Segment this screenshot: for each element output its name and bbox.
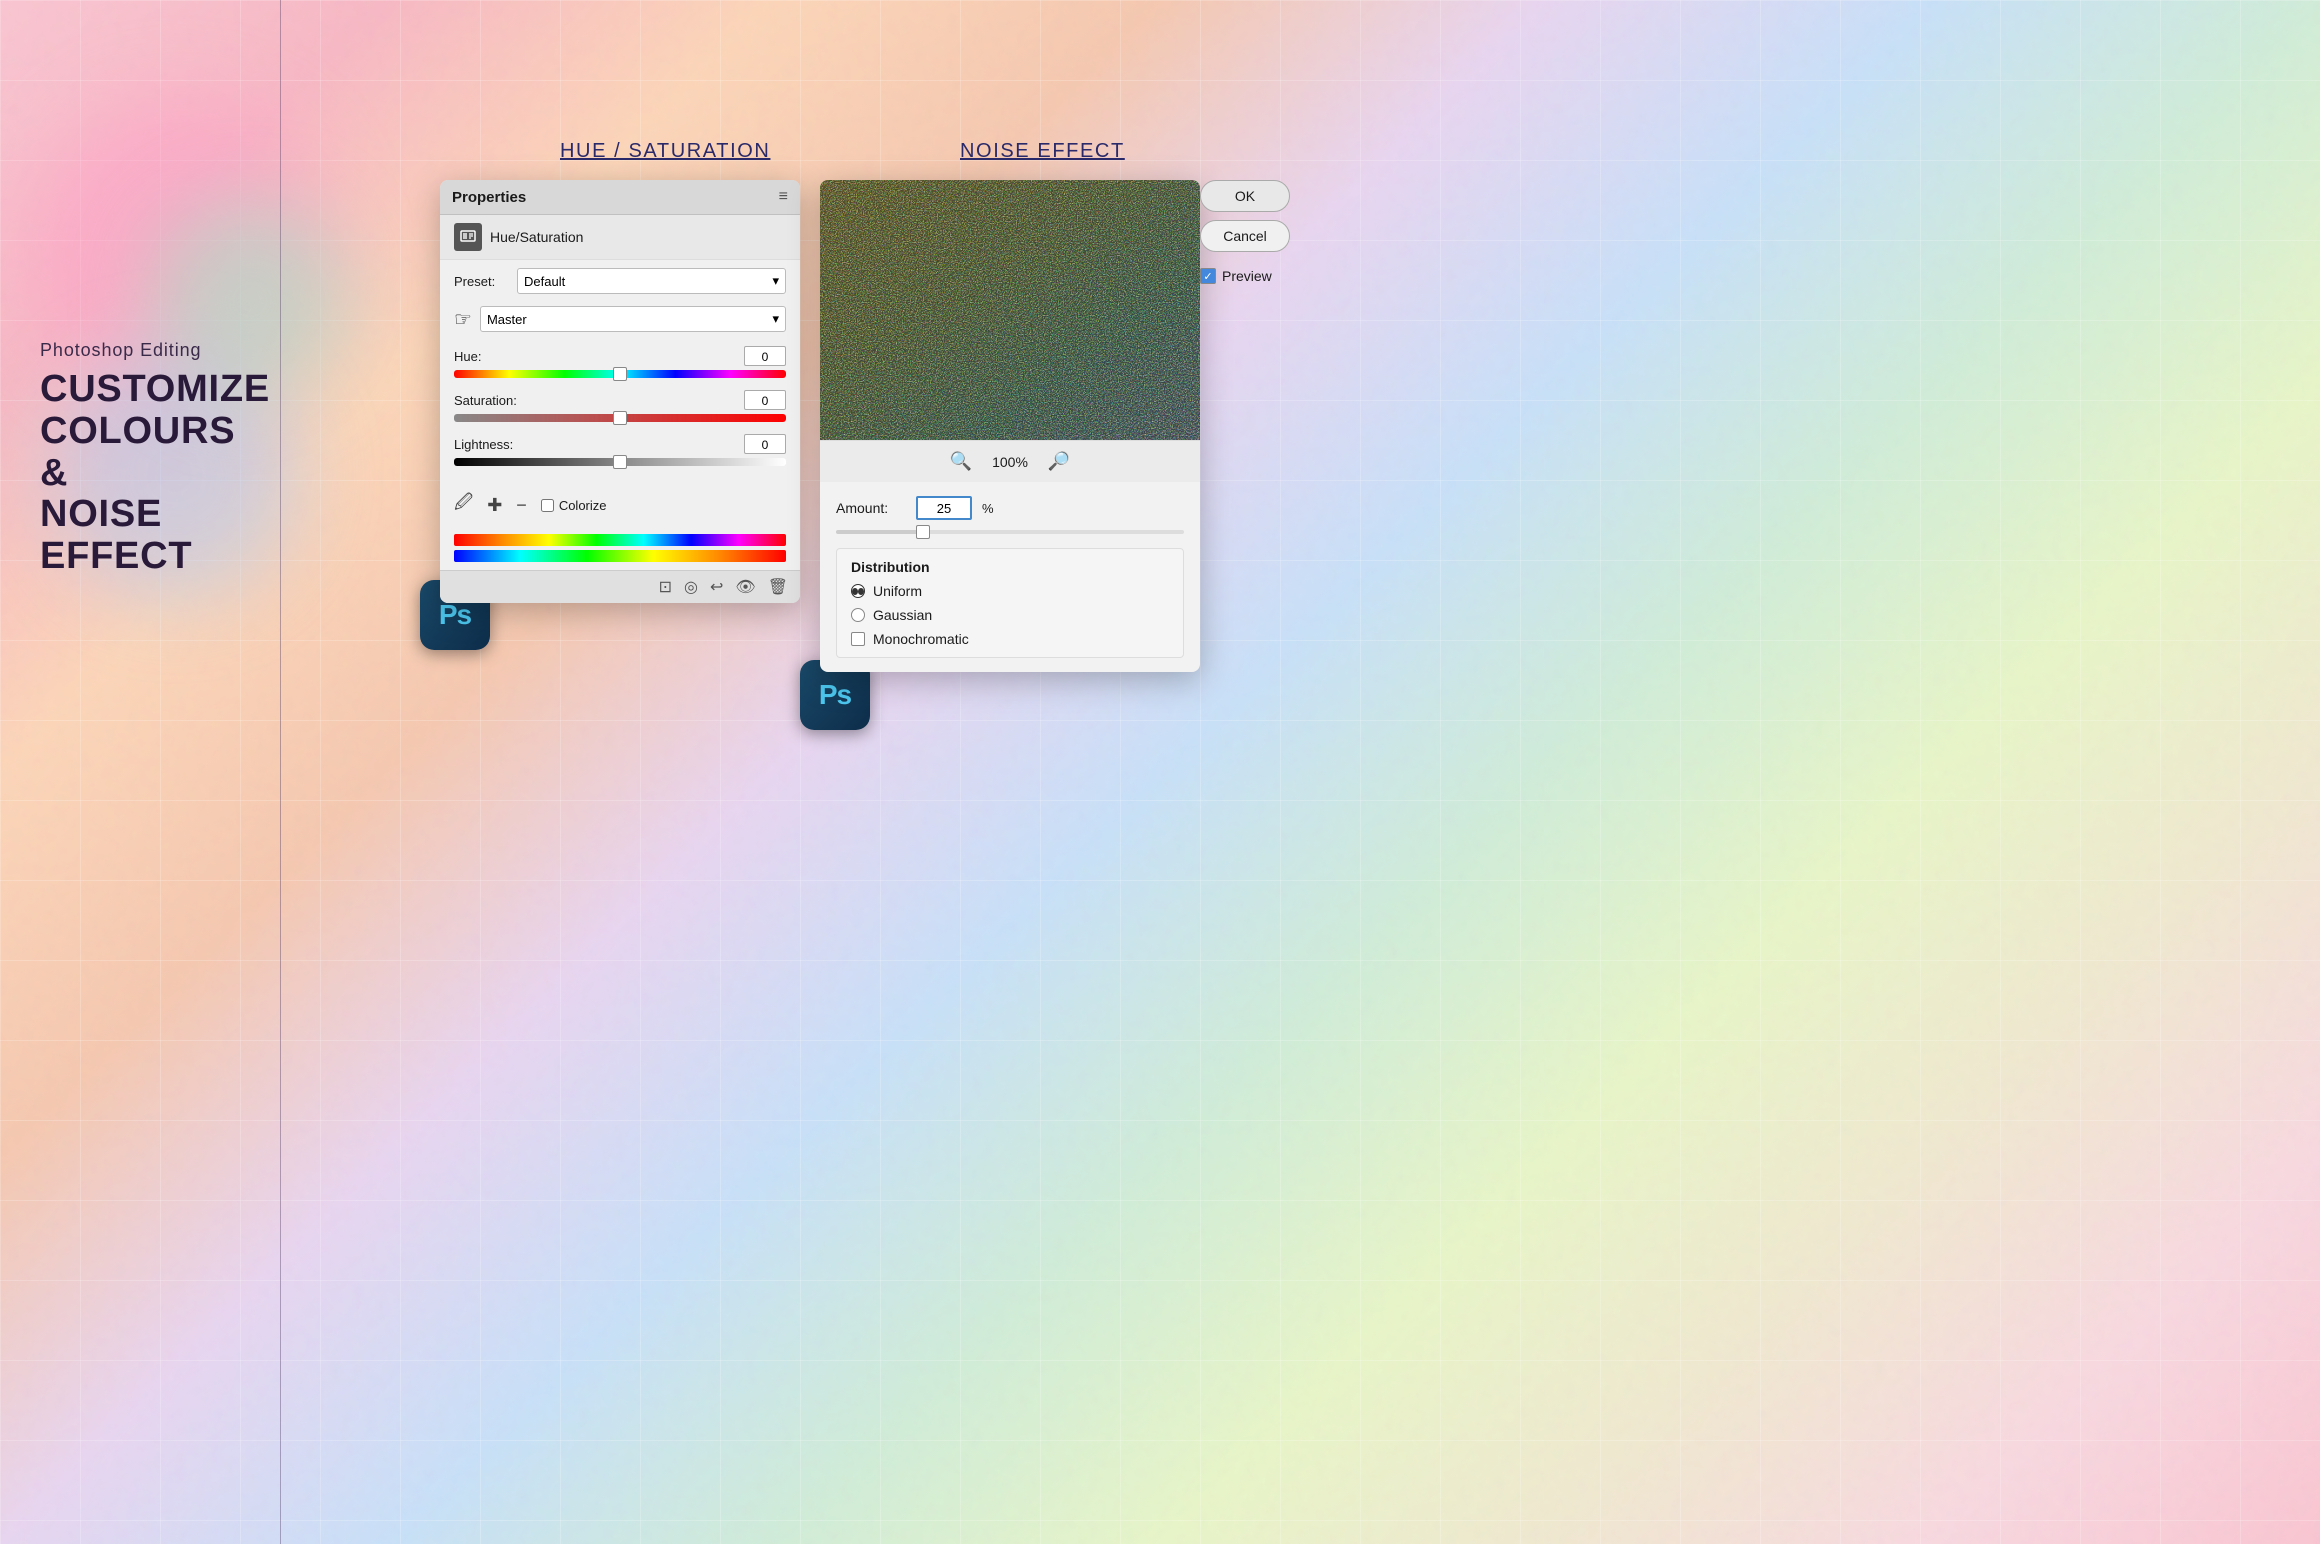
noise-panel: 🔍 100% 🔎 Amount: % Distribution Uniform … — [820, 180, 1200, 672]
uniform-radio-dot — [852, 588, 858, 595]
distribution-title: Distribution — [851, 559, 1169, 575]
master-row: ☞ Master ▾ — [440, 302, 800, 340]
percent-label: % — [982, 501, 994, 516]
left-panel: Photoshop Editing CUSTOMIZE COLOURS & NO… — [40, 340, 260, 578]
visibility-icon[interactable]: ◎ — [684, 577, 698, 597]
hue-value[interactable]: 0 — [744, 346, 786, 366]
ok-button[interactable]: OK — [1200, 180, 1290, 212]
hue-slider-row: Hue: 0 — [454, 346, 786, 378]
trash-icon[interactable]: 🗑 — [768, 577, 788, 597]
uniform-option[interactable]: Uniform — [851, 583, 1169, 599]
clip-icon[interactable]: ⊡ — [659, 577, 672, 597]
zoom-in-icon[interactable]: 🔎 — [1048, 451, 1070, 472]
left-subtitle: Photoshop Editing — [40, 340, 260, 361]
noise-preview — [820, 180, 1200, 440]
preview-label: Preview — [1222, 268, 1272, 284]
finger-icon[interactable]: ☞ — [454, 307, 472, 332]
saturation-slider-header: Saturation: 0 — [454, 390, 786, 410]
lightness-slider-row: Lightness: 0 — [454, 434, 786, 466]
color-bar-rainbow — [454, 534, 786, 546]
master-value: Master — [487, 312, 527, 327]
saturation-track[interactable] — [454, 414, 786, 422]
side-buttons: OK Cancel ✓ Preview — [1200, 180, 1290, 284]
amount-input[interactable] — [916, 496, 972, 520]
cancel-button[interactable]: Cancel — [1200, 220, 1290, 252]
slider-section: Hue: 0 Saturation: 0 L — [440, 340, 800, 484]
lightness-value[interactable]: 0 — [744, 434, 786, 454]
header-hue-saturation: HUE / SATURATION — [560, 140, 770, 163]
preset-value: Default — [524, 274, 565, 289]
saturation-value[interactable]: 0 — [744, 390, 786, 410]
colorize-label: Colorize — [559, 498, 607, 513]
ps-text-1: Ps — [439, 599, 471, 631]
title-line2: COLOURS & — [40, 410, 235, 494]
colorize-checkbox[interactable] — [541, 499, 554, 512]
hue-sat-header: Hue/Saturation — [440, 215, 800, 260]
lightness-track[interactable] — [454, 458, 786, 466]
gaussian-option[interactable]: Gaussian — [851, 607, 1169, 623]
hue-sat-label: Hue/Saturation — [490, 229, 583, 245]
preset-row: Preset: Default ▾ — [440, 260, 800, 302]
hue-thumb[interactable] — [613, 367, 627, 381]
ps-text-2: Ps — [819, 679, 851, 711]
hue-label: Hue: — [454, 349, 481, 364]
preset-chevron: ▾ — [772, 273, 779, 289]
saturation-label: Saturation: — [454, 393, 517, 408]
amount-row: Amount: % — [836, 496, 1184, 520]
title-line3: NOISE EFFECT — [40, 493, 192, 577]
lightness-slider-header: Lightness: 0 — [454, 434, 786, 454]
noise-controls: Amount: % Distribution Uniform Gaussian … — [820, 482, 1200, 672]
hue-slider-header: Hue: 0 — [454, 346, 786, 366]
uniform-label: Uniform — [873, 583, 922, 599]
preview-check[interactable]: ✓ Preview — [1200, 268, 1272, 284]
eyedropper-icon-3[interactable]: − — [516, 495, 527, 516]
properties-panel: Properties ≡ Hue/Saturation Preset: Defa… — [440, 180, 800, 603]
zoom-value: 100% — [992, 454, 1028, 470]
eyedropper-icon-2[interactable]: ✚ — [487, 495, 502, 516]
eyedropper-icon-1[interactable]: 🖉 — [454, 490, 473, 520]
amount-slider-track[interactable] — [836, 530, 1184, 534]
panel-footer: ⊡ ◎ ↩ 👁 🗑 — [440, 570, 800, 603]
reset-icon[interactable]: ↩ — [710, 577, 723, 597]
saturation-slider-row: Saturation: 0 — [454, 390, 786, 422]
saturation-thumb[interactable] — [613, 411, 627, 425]
lightness-label: Lightness: — [454, 437, 513, 452]
vertical-divider — [280, 0, 281, 1544]
colorize-check[interactable]: Colorize — [541, 498, 607, 513]
panel-body: Hue/Saturation Preset: Default ▾ ☞ Maste… — [440, 215, 800, 570]
color-bars — [440, 526, 800, 570]
panel-title: Properties — [452, 189, 526, 206]
noise-zoom-bar: 🔍 100% 🔎 — [820, 440, 1200, 482]
title-line1: CUSTOMIZE — [40, 368, 270, 410]
zoom-out-icon[interactable]: 🔍 — [950, 451, 972, 472]
header-noise-effect: NOISE EFFECT — [960, 140, 1125, 163]
amount-label: Amount: — [836, 500, 906, 516]
gaussian-label: Gaussian — [873, 607, 932, 623]
color-bar-spectrum — [454, 550, 786, 562]
gaussian-radio[interactable] — [851, 608, 865, 622]
lightness-thumb[interactable] — [613, 455, 627, 469]
master-select[interactable]: Master ▾ — [480, 306, 786, 332]
noise-preview-svg — [820, 180, 1200, 440]
uniform-radio[interactable] — [851, 584, 865, 598]
preview-checkbox[interactable]: ✓ — [1200, 268, 1216, 284]
hue-sat-icon — [454, 223, 482, 251]
panel-menu-icon[interactable]: ≡ — [779, 188, 788, 206]
monochromatic-row: Monochromatic — [851, 631, 1169, 647]
hue-track[interactable] — [454, 370, 786, 378]
eyedropper-row: 🖉 ✚ − Colorize — [440, 484, 800, 526]
monochromatic-label: Monochromatic — [873, 631, 969, 647]
panel-titlebar: Properties ≡ — [440, 180, 800, 215]
left-title: CUSTOMIZE COLOURS & NOISE EFFECT — [40, 369, 260, 578]
preset-select[interactable]: Default ▾ — [517, 268, 786, 294]
preset-label: Preset: — [454, 274, 509, 289]
monochromatic-checkbox[interactable] — [851, 632, 865, 646]
master-chevron: ▾ — [772, 311, 779, 327]
amount-slider-thumb[interactable] — [916, 525, 930, 539]
eye-icon[interactable]: 👁 — [735, 577, 755, 597]
distribution-section: Distribution Uniform Gaussian Monochroma… — [836, 548, 1184, 658]
